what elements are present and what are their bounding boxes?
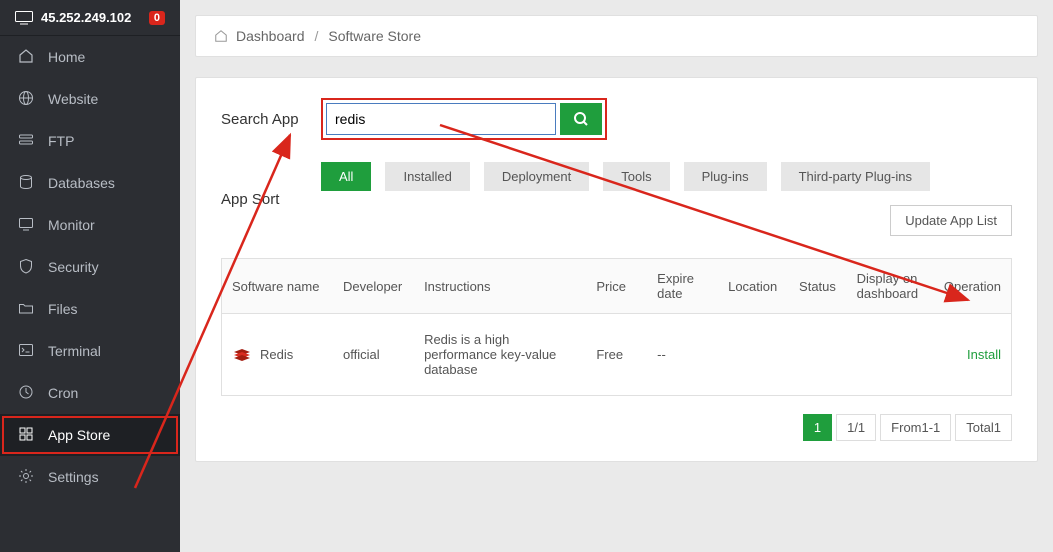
sort-tabs: All Installed Deployment Tools Plug-ins … [321,162,1012,236]
monitor-nav-icon [18,216,36,234]
home-icon [18,48,36,66]
sidebar-item-label: Home [48,49,85,65]
sidebar-item-label: Files [48,301,78,317]
col-display: Display on dashboard [847,259,933,314]
sidebar-item-monitor[interactable]: Monitor [0,204,180,246]
breadcrumb-home-icon [214,29,228,43]
cell-instructions: Redis is a high performance key-value da… [414,314,586,396]
sidebar-item-label: Settings [48,469,99,485]
page-current[interactable]: 1 [803,414,832,441]
search-input[interactable] [326,103,556,135]
sort-label: App Sort [221,191,321,208]
database-icon [18,174,36,192]
cell-expire-date: -- [647,314,718,396]
sidebar-item-label: Terminal [48,343,101,359]
gear-icon [18,468,36,486]
sidebar-header: 45.252.249.102 0 [0,0,180,36]
sidebar-item-terminal[interactable]: Terminal [0,330,180,372]
sidebar-item-ftp[interactable]: FTP [0,120,180,162]
table-header-row: Software name Developer Instructions Pri… [222,259,1012,314]
sidebar-item-settings[interactable]: Settings [0,456,180,498]
cell-operation: Install [933,314,1012,396]
sort-tab-all[interactable]: All [321,162,371,191]
cell-display [847,314,933,396]
sort-tab-plugins[interactable]: Plug-ins [684,162,767,191]
apps-icon [18,426,36,444]
sidebar-item-label: Monitor [48,217,95,233]
cell-status [789,314,847,396]
col-price: Price [586,259,647,314]
cell-software-name: Redis [222,314,333,396]
update-app-list-button[interactable]: Update App List [890,205,1012,236]
sort-tab-third-party[interactable]: Third-party Plug-ins [781,162,930,191]
sidebar-item-app-store[interactable]: App Store [0,414,180,456]
breadcrumb-separator: / [315,28,319,44]
software-table: Software name Developer Instructions Pri… [221,258,1012,396]
terminal-icon [18,342,36,360]
sidebar-item-label: FTP [48,133,74,149]
folder-icon [18,300,36,318]
cell-location [718,314,789,396]
sort-tab-deployment[interactable]: Deployment [484,162,589,191]
col-status: Status [789,259,847,314]
sidebar-item-label: Website [48,91,98,107]
ftp-icon [18,132,36,150]
col-operation: Operation [933,259,1012,314]
search-button[interactable] [560,103,602,135]
col-expire-date: Expire date [647,259,718,314]
clock-icon [18,384,36,402]
breadcrumb: Dashboard / Software Store [195,15,1038,57]
col-instructions: Instructions [414,259,586,314]
sidebar-item-home[interactable]: Home [0,36,180,78]
sidebar-item-security[interactable]: Security [0,246,180,288]
page-total: Total1 [955,414,1012,441]
redis-icon [232,345,252,365]
page-range: From1-1 [880,414,951,441]
software-name-text[interactable]: Redis [260,347,293,362]
col-location: Location [718,259,789,314]
shield-icon [18,258,36,276]
sidebar-item-website[interactable]: Website [0,78,180,120]
cell-price: Free [586,314,647,396]
notification-badge[interactable]: 0 [149,11,165,25]
globe-icon [18,90,36,108]
sidebar-item-label: Cron [48,385,78,401]
sort-tab-tools[interactable]: Tools [603,162,669,191]
sidebar-item-files[interactable]: Files [0,288,180,330]
col-software-name: Software name [222,259,333,314]
sort-tab-installed[interactable]: Installed [385,162,469,191]
sidebar-item-label: Databases [48,175,115,191]
sidebar-item-label: App Store [48,427,110,443]
pagination: 1 1/1 From1-1 Total1 [221,414,1012,441]
table-row: Redis official Redis is a high performan… [222,314,1012,396]
breadcrumb-current: Software Store [328,28,421,44]
sidebar-item-label: Security [48,259,99,275]
breadcrumb-home[interactable]: Dashboard [236,28,305,44]
server-ip[interactable]: 45.252.249.102 [41,10,149,25]
main-content: Dashboard / Software Store Search App Ap… [180,0,1053,552]
search-label: Search App [221,111,321,128]
col-developer: Developer [333,259,414,314]
sidebar-item-databases[interactable]: Databases [0,162,180,204]
sidebar-item-cron[interactable]: Cron [0,372,180,414]
cell-developer: official [333,314,414,396]
search-highlight-box [321,98,607,140]
install-link[interactable]: Install [967,347,1001,362]
search-icon [573,111,589,127]
sort-row: App Sort All Installed Deployment Tools … [221,162,1012,236]
monitor-icon [15,11,33,25]
sidebar: 45.252.249.102 0 Home Website FTP Databa… [0,0,180,552]
search-row: Search App [221,98,1012,140]
page-total-pages: 1/1 [836,414,876,441]
app-store-panel: Search App App Sort All Installed Deploy… [195,77,1038,462]
